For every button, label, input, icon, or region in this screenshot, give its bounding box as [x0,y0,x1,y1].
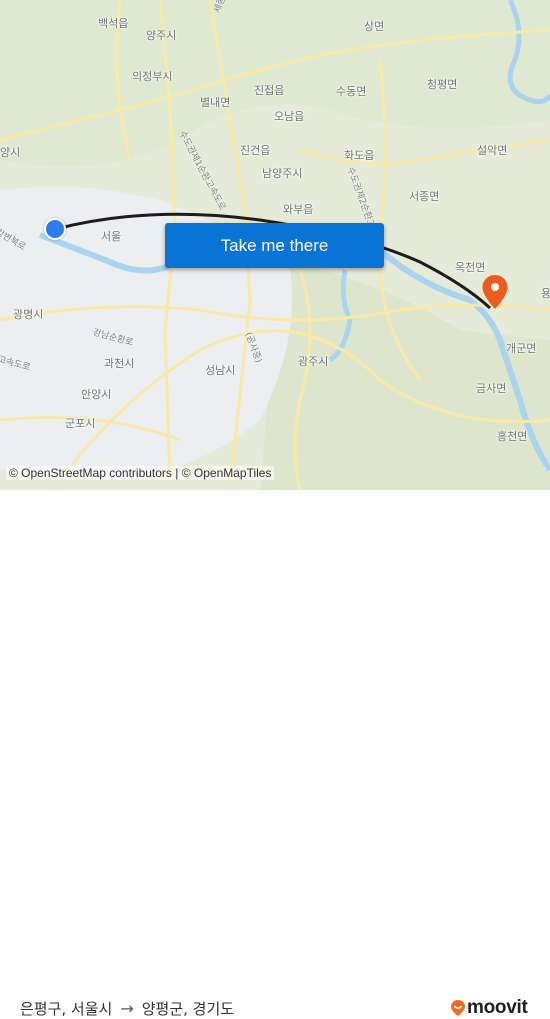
arrow-right-icon: → [120,999,134,1018]
route-summary: 은평구, 서울시 → 양평군, 경기도 [20,998,234,1019]
destination-label: 양평군, 경기도 [141,1000,235,1018]
footer: 은평구, 서울시 → 양평군, 경기도 moovit [0,490,550,1018]
moovit-wordmark: moovit [467,997,528,1018]
take-me-there-button[interactable]: Take me there [165,223,384,268]
destination-pin-icon[interactable] [481,274,509,310]
origin-label: 은평구, 서울시 [20,1000,113,1018]
map[interactable]: 백석읍 양주시 의정부시 별내면 진접읍 오남읍 진건읍 남양주시 상면 수동면… [0,0,550,490]
origin-marker[interactable] [44,218,66,240]
map-attribution[interactable]: © OpenStreetMap contributors | © OpenMap… [6,466,275,480]
moovit-pin-icon [451,1000,465,1016]
moovit-logo[interactable]: moovit [450,997,528,1019]
